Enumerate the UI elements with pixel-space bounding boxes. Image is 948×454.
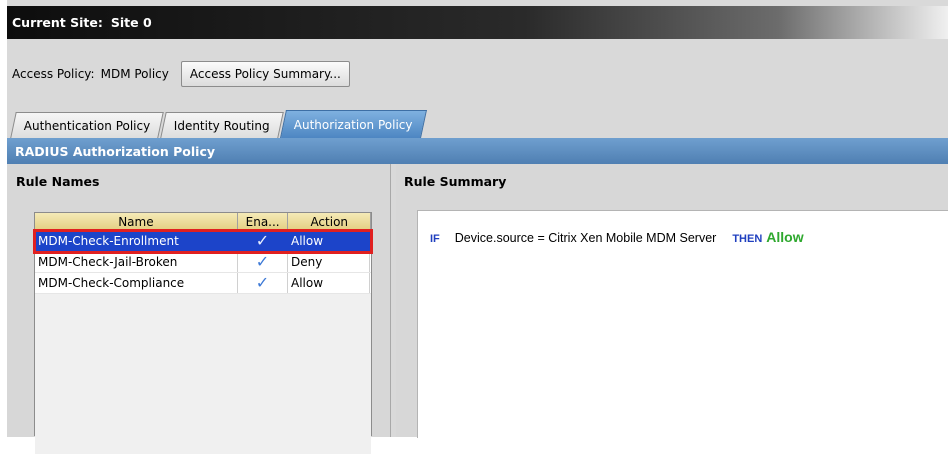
enabled-cell[interactable]: ✓ <box>238 252 288 272</box>
tab-authorization-policy[interactable]: Authorization Policy <box>280 110 427 138</box>
tab-identity-routing[interactable]: Identity Routing <box>160 112 284 138</box>
current-site-value: Site 0 <box>110 15 152 30</box>
checkmark-icon: ✓ <box>255 231 270 250</box>
rule-condition: Device.source = Citrix Xen Mobile MDM Se… <box>454 231 717 245</box>
access-policy-label: Access Policy: <box>12 67 95 81</box>
table-row[interactable]: MDM-Check-Jail-Broken ✓ Deny <box>35 252 371 273</box>
action-cell: Allow <box>288 231 370 251</box>
rule-name-cell: MDM-Check-Enrollment <box>35 231 238 251</box>
rule-summary-panel: Rule Summary IF Device.source = Citrix X… <box>396 164 948 438</box>
table-row[interactable]: MDM-Check-Enrollment ✓ Allow <box>33 229 373 254</box>
access-policy-summary-button[interactable]: Access Policy Summary... <box>180 61 350 87</box>
column-header-action[interactable]: Action <box>288 213 371 230</box>
rule-names-title: Rule Names <box>16 174 100 189</box>
access-policy-row: Access Policy: MDM Policy Access Policy … <box>12 59 350 89</box>
checkmark-icon: ✓ <box>255 252 270 271</box>
rule-name-cell: MDM-Check-Jail-Broken <box>35 252 238 272</box>
section-header: RADIUS Authorization Policy <box>7 138 948 164</box>
enabled-cell[interactable]: ✓ <box>238 273 288 293</box>
rule-summary-text: IF Device.source = Citrix Xen Mobile MDM… <box>430 229 804 245</box>
rules-table: Name Ena... Action MDM-Check-Enrollment … <box>33 212 373 454</box>
tab-label: Identity Routing <box>174 118 271 133</box>
rule-result: Allow <box>766 229 804 245</box>
tab-label: Authentication Policy <box>23 118 151 133</box>
rule-names-panel: Rule Names Name Ena... Action MDM-Check-… <box>7 164 391 454</box>
action-cell: Deny <box>288 252 370 272</box>
current-site-bar: Current Site: Site 0 <box>7 6 948 39</box>
tab-authentication-policy[interactable]: Authentication Policy <box>10 112 165 138</box>
table-empty-area <box>35 294 371 454</box>
rule-name-cell: MDM-Check-Compliance <box>35 273 238 293</box>
current-site-label: Current Site: <box>12 15 103 30</box>
if-keyword: IF <box>430 233 440 245</box>
tab-label: Authorization Policy <box>294 117 413 132</box>
table-header: Name Ena... Action <box>35 213 371 231</box>
enabled-cell[interactable]: ✓ <box>238 231 288 251</box>
rule-summary-box: IF Device.source = Citrix Xen Mobile MDM… <box>417 210 948 438</box>
table-row[interactable]: MDM-Check-Compliance ✓ Allow <box>35 273 371 294</box>
rule-summary-title: Rule Summary <box>404 174 507 189</box>
then-keyword: THEN <box>732 233 763 245</box>
action-cell: Allow <box>288 273 370 293</box>
app-window: Current Site: Site 0 Access Policy: MDM … <box>7 0 948 454</box>
checkmark-icon: ✓ <box>255 273 270 292</box>
column-header-enabled[interactable]: Ena... <box>238 213 289 230</box>
policy-tabs: Authentication Policy Identity Routing A… <box>10 110 427 138</box>
column-header-name[interactable]: Name <box>35 213 238 230</box>
access-policy-value: MDM Policy <box>100 67 169 81</box>
